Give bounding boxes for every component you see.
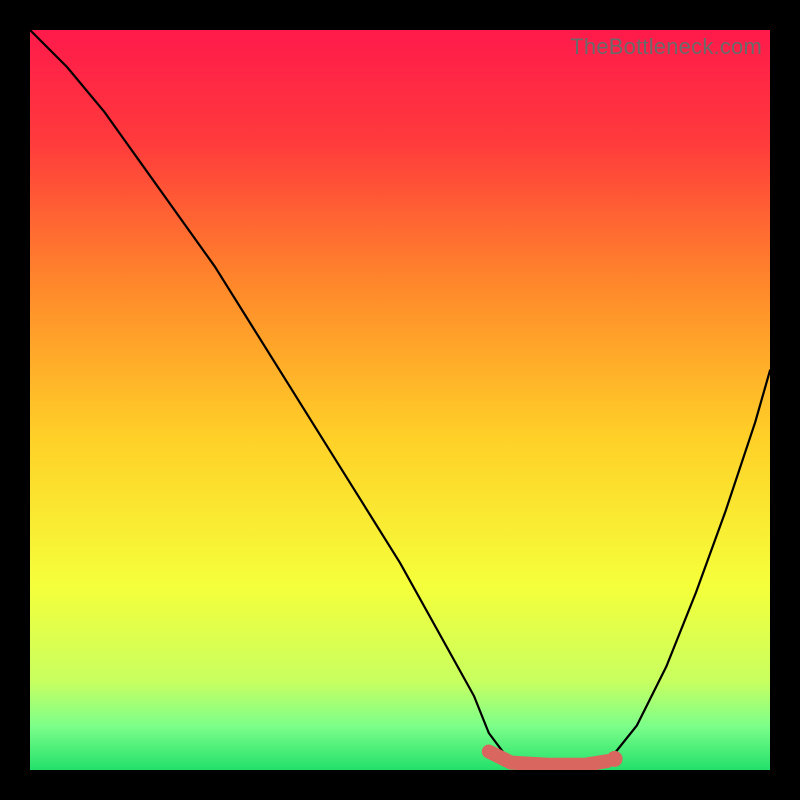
bottleneck-chart xyxy=(30,30,770,770)
watermark-text: TheBottleneck.com xyxy=(570,34,762,60)
plot-area: TheBottleneck.com xyxy=(30,30,770,770)
optimal-marker-dot xyxy=(607,751,623,767)
chart-frame: TheBottleneck.com xyxy=(0,0,800,800)
gradient-background xyxy=(30,30,770,770)
